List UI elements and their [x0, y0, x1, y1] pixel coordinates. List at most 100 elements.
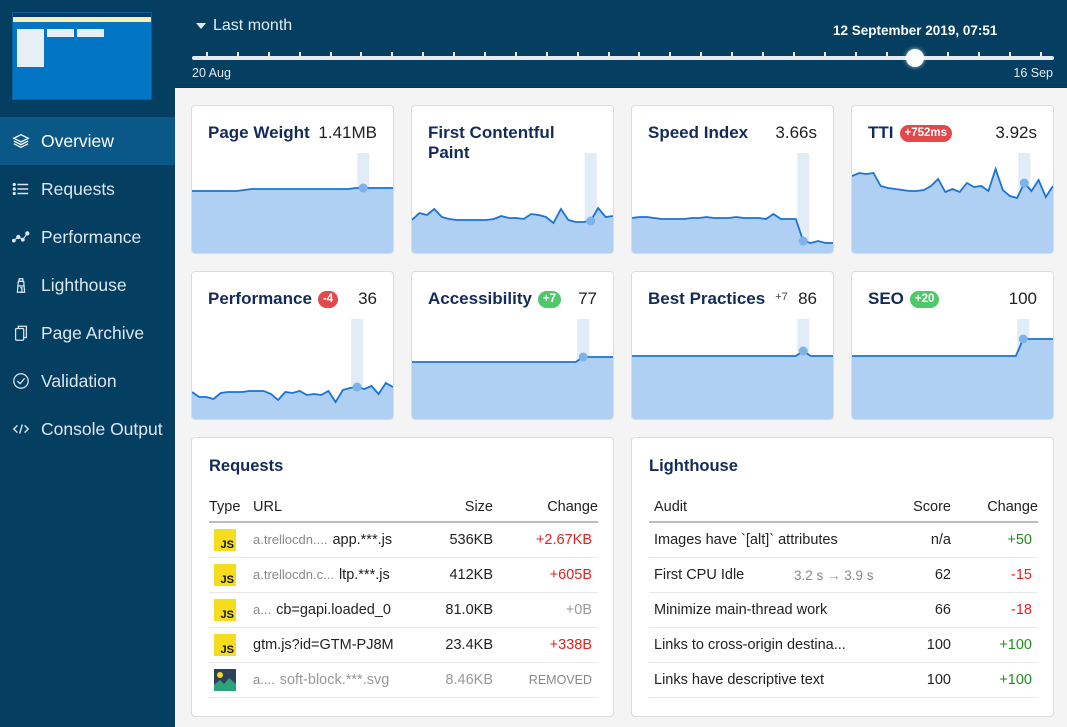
timeline-tick[interactable]	[267, 52, 270, 57]
metric-card-performance[interactable]: Performance -4 36	[191, 271, 394, 420]
timeline-tick[interactable]	[391, 52, 394, 57]
audit-row[interactable]: Images have `[alt]` attributes n/a +50	[649, 522, 1038, 558]
thumbnail-card	[77, 29, 104, 37]
metric-title: TTI	[868, 123, 894, 142]
selected-point[interactable]	[798, 346, 808, 356]
selected-point[interactable]	[1018, 334, 1028, 344]
audit-row[interactable]: Minimize main-thread work 66 -18	[649, 592, 1038, 628]
sidebar-item-console-output[interactable]: Console Output	[0, 405, 175, 453]
request-url-cell[interactable]: a.... soft-block.***.svg	[253, 662, 423, 698]
request-row[interactable]: JS gtm.js?id=GTM-PJ8M 23.4KB +338B	[209, 627, 598, 663]
audit-name-cell[interactable]: Links have descriptive text	[649, 662, 889, 698]
timeline-tick[interactable]	[236, 52, 239, 57]
timeline-tick[interactable]	[638, 52, 641, 57]
request-row[interactable]: JS a.trellocdn.c... ltp.***.js 412KB +605B	[209, 557, 598, 593]
timeline-tick[interactable]	[1040, 52, 1042, 57]
request-type-cell: JS	[209, 592, 253, 628]
sparkline-chart[interactable]	[192, 319, 393, 419]
request-url-cell[interactable]: gtm.js?id=GTM-PJ8M	[253, 627, 423, 663]
timeline-slider[interactable]	[192, 49, 1054, 67]
sparkline-chart[interactable]	[192, 153, 393, 253]
audit-change-cell: -18	[951, 592, 1038, 628]
timeline-tick[interactable]	[854, 52, 857, 57]
audit-score-cell: 62	[889, 557, 951, 593]
metric-header: SEO +20 100	[868, 289, 1037, 309]
sparkline-chart[interactable]	[632, 153, 833, 253]
request-url-cell[interactable]: a.trellocdn.... app.***.js	[253, 522, 423, 558]
timeline-tick[interactable]	[947, 52, 950, 57]
request-url-cell[interactable]: a.trellocdn.c... ltp.***.js	[253, 557, 423, 593]
audit-name-cell[interactable]: Links to cross-origin destina...	[649, 627, 889, 663]
timeline-tick[interactable]	[792, 52, 795, 57]
sidebar-item-validation[interactable]: Validation	[0, 357, 175, 405]
sidebar-item-requests[interactable]: Requests	[0, 165, 175, 213]
audit-name: Links have descriptive text	[654, 671, 825, 688]
timeline-tick[interactable]	[514, 52, 517, 57]
audit-change-cell: +100	[951, 627, 1038, 663]
sidebar-item-lighthouse[interactable]: Lighthouse	[0, 261, 175, 309]
request-row[interactable]: JS a.trellocdn.... app.***.js 536KB +2.67KB	[209, 522, 598, 558]
metric-card-best-practices[interactable]: Best Practices +7 86	[631, 271, 834, 420]
timeline-tick[interactable]	[545, 52, 548, 57]
metric-card-page-weight[interactable]: Page Weight 1.41MB	[191, 105, 394, 254]
timeline-tick[interactable]	[731, 52, 734, 57]
timeline-tick[interactable]	[329, 52, 332, 57]
selected-point[interactable]	[352, 382, 362, 392]
selected-point[interactable]	[1019, 178, 1029, 188]
audit-name-cell[interactable]: First CPU Idle 3.2 s → 3.9 s	[649, 557, 889, 593]
sparkline-chart[interactable]	[412, 153, 613, 253]
metric-title: Page Weight	[208, 123, 310, 142]
audit-row[interactable]: Links have descriptive text 100 +100	[649, 662, 1038, 698]
requests-panel-title[interactable]: Requests	[209, 457, 283, 476]
sidebar-item-overview[interactable]: Overview	[0, 117, 175, 165]
timeline-tick[interactable]	[453, 52, 456, 57]
sparkline-chart[interactable]	[852, 319, 1053, 419]
sparkline-chart[interactable]	[852, 153, 1053, 253]
metric-card-seo[interactable]: SEO +20 100	[851, 271, 1054, 420]
lighthouse-panel-title[interactable]: Lighthouse	[649, 457, 738, 476]
audit-name-cell[interactable]: Images have `[alt]` attributes	[649, 522, 889, 558]
timeline-slider-thumb[interactable]	[905, 49, 924, 67]
audit-detail: 3.2 s → 3.9 s	[794, 567, 874, 583]
timeline-tick[interactable]	[206, 52, 208, 57]
timeline-tick[interactable]	[298, 52, 301, 57]
timeline-tick[interactable]	[1009, 52, 1012, 57]
timeline-tick[interactable]	[885, 52, 888, 57]
timeline-tick[interactable]	[823, 52, 826, 57]
timeline-tick[interactable]	[669, 52, 672, 57]
request-url-cell[interactable]: a... cb=gapi.loaded_0	[253, 592, 423, 628]
timeline-tick[interactable]	[484, 52, 486, 57]
sparkline-chart[interactable]	[412, 319, 613, 419]
metric-card-first-contentful-paint[interactable]: First Contentful Paint	[411, 105, 614, 254]
timeline-tick[interactable]	[576, 52, 579, 57]
timeline-tick[interactable]	[607, 52, 610, 57]
sparkline-chart[interactable]	[632, 319, 833, 419]
metric-card-accessibility[interactable]: Accessibility +7 77	[411, 271, 614, 420]
selected-point[interactable]	[798, 236, 808, 246]
js-label: JS	[220, 573, 234, 586]
request-row[interactable]: JS a... cb=gapi.loaded_0 81.0KB +0B	[209, 592, 598, 628]
selected-point[interactable]	[586, 216, 596, 226]
timeline-tick[interactable]	[762, 52, 764, 57]
column-header-score: Score	[889, 492, 951, 523]
metric-value: 86	[798, 289, 817, 308]
metric-card-tti[interactable]: TTI +752ms 3.92s	[851, 105, 1054, 254]
selected-point[interactable]	[358, 183, 368, 193]
selected-point[interactable]	[578, 352, 588, 362]
audit-name-cell[interactable]: Minimize main-thread work	[649, 592, 889, 628]
metric-card-speed-index[interactable]: Speed Index 3.66s	[631, 105, 834, 254]
audit-score-cell: 66	[889, 592, 951, 628]
request-row[interactable]: a.... soft-block.***.svg 8.46KB REMOVED	[209, 662, 598, 698]
timeline-tick[interactable]	[360, 52, 363, 57]
requests-table: Type URL Size Change JS a.trellocdn.... ap…	[209, 492, 598, 698]
thumbnail-card	[17, 29, 44, 67]
timeline-tick[interactable]	[700, 52, 703, 57]
page-screenshot-thumbnail[interactable]	[12, 12, 152, 100]
audit-row[interactable]: Links to cross-origin destina... 100 +100	[649, 627, 1038, 663]
audit-row[interactable]: First CPU Idle 3.2 s → 3.9 s 62 -15	[649, 557, 1038, 593]
sidebar-item-performance[interactable]: Performance	[0, 213, 175, 261]
timeline-tick[interactable]	[422, 52, 425, 57]
date-range-dropdown[interactable]: Last month	[196, 17, 292, 35]
sidebar-item-page-archive[interactable]: Page Archive	[0, 309, 175, 357]
timeline-tick[interactable]	[978, 52, 981, 57]
